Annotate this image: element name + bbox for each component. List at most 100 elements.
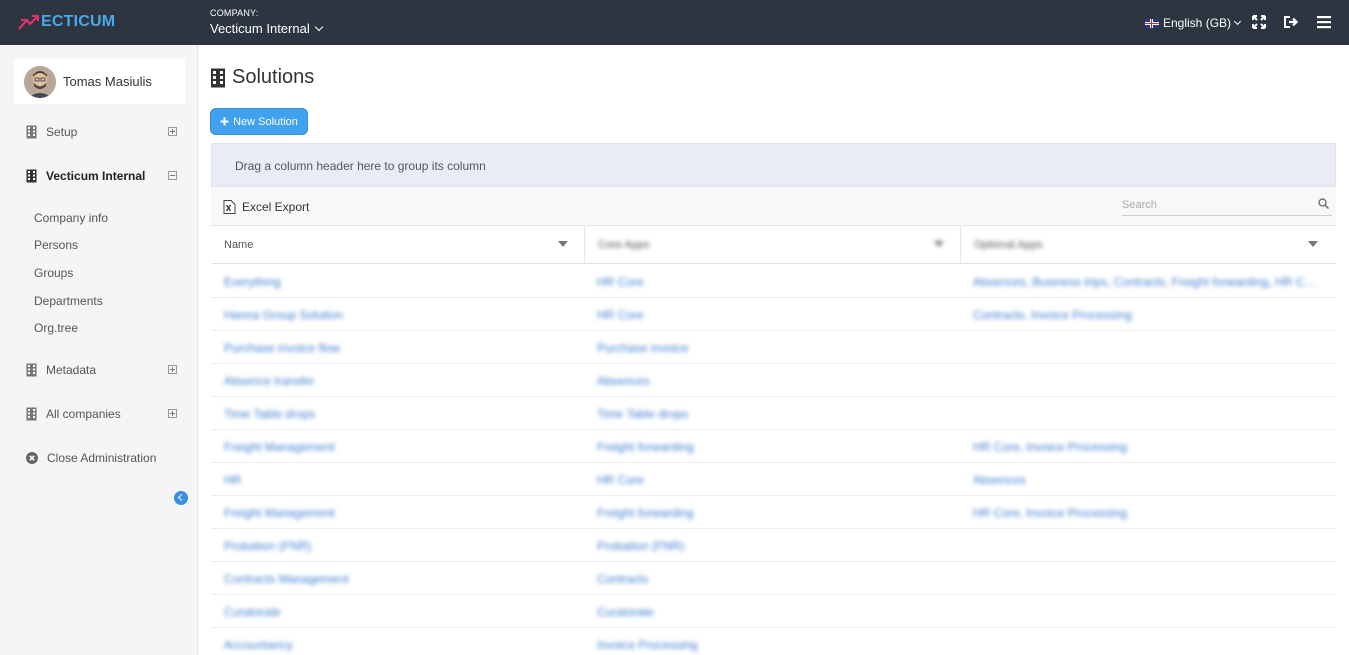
chevron-down-icon: [1233, 17, 1242, 25]
company-label: COMPANY:: [210, 8, 259, 18]
user-name: Tomas Masiulis: [63, 74, 152, 89]
avatar: [24, 65, 56, 98]
table-row[interactable]: Purchase invoice flow Purchase invoice: [211, 331, 1336, 364]
plus-icon: [220, 117, 229, 126]
sidebar-item-setup[interactable]: Setup: [26, 123, 181, 141]
new-solution-button[interactable]: New Solution: [210, 108, 308, 135]
building-icon: [26, 363, 37, 377]
expand-icon[interactable]: [168, 127, 177, 136]
user-card[interactable]: Tomas Masiulis: [14, 59, 185, 104]
search-input[interactable]: [1122, 196, 1307, 214]
table-row[interactable]: Freight Management Freight forwarding HR C…: [211, 430, 1336, 463]
grid-header: Name Core Apps Optional Apps: [211, 226, 1336, 264]
sidebar-subitem-org-tree[interactable]: Org.tree: [34, 321, 78, 335]
table-cell-core: HR Core: [597, 308, 644, 322]
table-row[interactable]: Hanna Group Solution HR Core Contracts, In…: [211, 298, 1336, 331]
table-row[interactable]: Freight Management Freight forwarding HR C…: [211, 496, 1336, 529]
expand-icon[interactable]: [168, 365, 177, 374]
table-row[interactable]: Absence transfer Absences: [211, 364, 1336, 397]
logo-mark-icon: [18, 15, 39, 30]
sidebar-subitem-company-info[interactable]: Company info: [34, 211, 108, 225]
table-cell-name[interactable]: Everything: [224, 275, 579, 289]
table-cell-core: Freight forwarding: [597, 440, 694, 454]
table-cell-core: Time Table drops: [597, 407, 689, 421]
building-icon: [26, 125, 37, 139]
column-header-core-apps[interactable]: Core Apps: [585, 226, 961, 264]
chevron-down-icon: [314, 22, 323, 31]
building-icon: [211, 68, 225, 87]
vecticum-logo[interactable]: ECTICUM: [18, 12, 115, 32]
new-solution-label: New Solution: [233, 115, 298, 128]
table-cell-name[interactable]: Hanna Group Solution: [224, 308, 579, 322]
expand-icon[interactable]: [168, 409, 177, 418]
table-cell-name[interactable]: Purchase invoice flow: [224, 341, 579, 355]
sidebar-item-close-administration[interactable]: Close Administration: [26, 449, 181, 467]
filter-icon[interactable]: [558, 241, 568, 247]
excel-export-button[interactable]: Excel Export: [223, 200, 309, 214]
table-row[interactable]: Time Table drops Time Table drops: [211, 397, 1336, 430]
company-selector[interactable]: COMPANY: Vecticum Internal: [210, 8, 323, 36]
table-cell-name[interactable]: Curatorate: [224, 605, 579, 619]
sidebar-item-metadata[interactable]: Metadata: [26, 361, 181, 379]
table-row[interactable]: Probation (FNR) Probation (FNR): [211, 529, 1336, 562]
fullscreen-icon[interactable]: [1250, 13, 1268, 31]
table-cell-name[interactable]: Freight Management: [224, 440, 579, 454]
sidebar-item-vecticum-internal[interactable]: Vecticum Internal: [26, 167, 181, 185]
table-cell-optional: HR Core, Invoice Processing: [973, 506, 1128, 520]
grid-search[interactable]: [1122, 196, 1332, 216]
page-title: Solutions: [210, 66, 314, 89]
table-row[interactable]: Contracts Management Contracts: [211, 562, 1336, 595]
column-header-label: Optional Apps: [974, 239, 1043, 251]
page-title-text: Solutions: [232, 66, 315, 88]
sidebar-item-label: Vecticum Internal: [46, 169, 146, 183]
grid-toolbar: Excel Export: [211, 187, 1336, 226]
table-cell-name[interactable]: HR: [224, 473, 579, 487]
top-bar: ECTICUM COMPANY: Vecticum Internal Engli…: [0, 0, 1349, 45]
table-cell-core: Probation (FNR): [597, 539, 685, 553]
table-row[interactable]: Everything HR Core Absences, Business trip…: [211, 265, 1336, 298]
table-cell-core: Contracts: [597, 572, 649, 586]
sidebar-subitem-departments[interactable]: Departments: [34, 294, 103, 308]
table-cell-core: Purchase invoice: [597, 341, 689, 355]
sidebar-item-label: All companies: [46, 407, 121, 421]
table-cell-core: HR Core: [597, 275, 644, 289]
excel-file-icon: [223, 200, 236, 214]
filter-icon[interactable]: [1308, 241, 1318, 247]
table-cell-core: Invoice Processing: [597, 638, 698, 652]
collapse-sidebar-icon[interactable]: [174, 491, 188, 505]
language-label: English (GB): [1163, 16, 1232, 30]
table-cell-core: Absences: [597, 374, 650, 388]
table-row[interactable]: Curatorate Curatorate: [211, 595, 1336, 628]
table-cell-name[interactable]: Time Table drops: [224, 407, 579, 421]
sidebar-item-label: Setup: [46, 125, 78, 139]
column-header-optional-apps[interactable]: Optional Apps: [961, 226, 1336, 264]
table-cell-core: HR Core: [597, 473, 644, 487]
company-dropdown[interactable]: Vecticum Internal: [210, 21, 323, 36]
table-cell-name[interactable]: Freight Management: [224, 506, 579, 520]
table-row[interactable]: Accountancy Invoice Processing: [211, 628, 1336, 655]
company-name: Vecticum Internal: [210, 21, 310, 36]
collapse-icon[interactable]: [168, 171, 177, 180]
sidebar-subitem-persons[interactable]: Persons: [34, 238, 78, 252]
table-cell-name[interactable]: Probation (FNR): [224, 539, 579, 553]
sidebar: Tomas Masiulis Setup Vecticum Internal C…: [0, 45, 198, 655]
table-row[interactable]: HR HR Core Absences: [211, 463, 1336, 496]
group-by-panel[interactable]: Drag a column header here to group its c…: [211, 143, 1336, 187]
search-icon[interactable]: [1318, 198, 1329, 209]
table-cell-name[interactable]: Contracts Management: [224, 572, 579, 586]
sidebar-subitem-groups[interactable]: Groups: [34, 266, 73, 280]
table-cell-name[interactable]: Accountancy: [224, 638, 579, 652]
table-cell-name[interactable]: Absence transfer: [224, 374, 579, 388]
logout-icon[interactable]: [1282, 13, 1300, 31]
language-selector[interactable]: English (GB): [1145, 16, 1242, 30]
column-header-label: Core Apps: [598, 239, 650, 251]
column-header-label: Name: [224, 239, 254, 251]
table-cell-optional: HR Core, Invoice Processing: [973, 440, 1128, 454]
column-header-name[interactable]: Name: [211, 226, 585, 264]
sidebar-item-all-companies[interactable]: All companies: [26, 405, 181, 423]
building-icon: [26, 407, 37, 421]
close-circle-icon: [26, 452, 38, 464]
logo-text: ECTICUM: [41, 13, 116, 30]
filter-icon[interactable]: [934, 241, 944, 247]
menu-icon[interactable]: [1315, 13, 1333, 31]
